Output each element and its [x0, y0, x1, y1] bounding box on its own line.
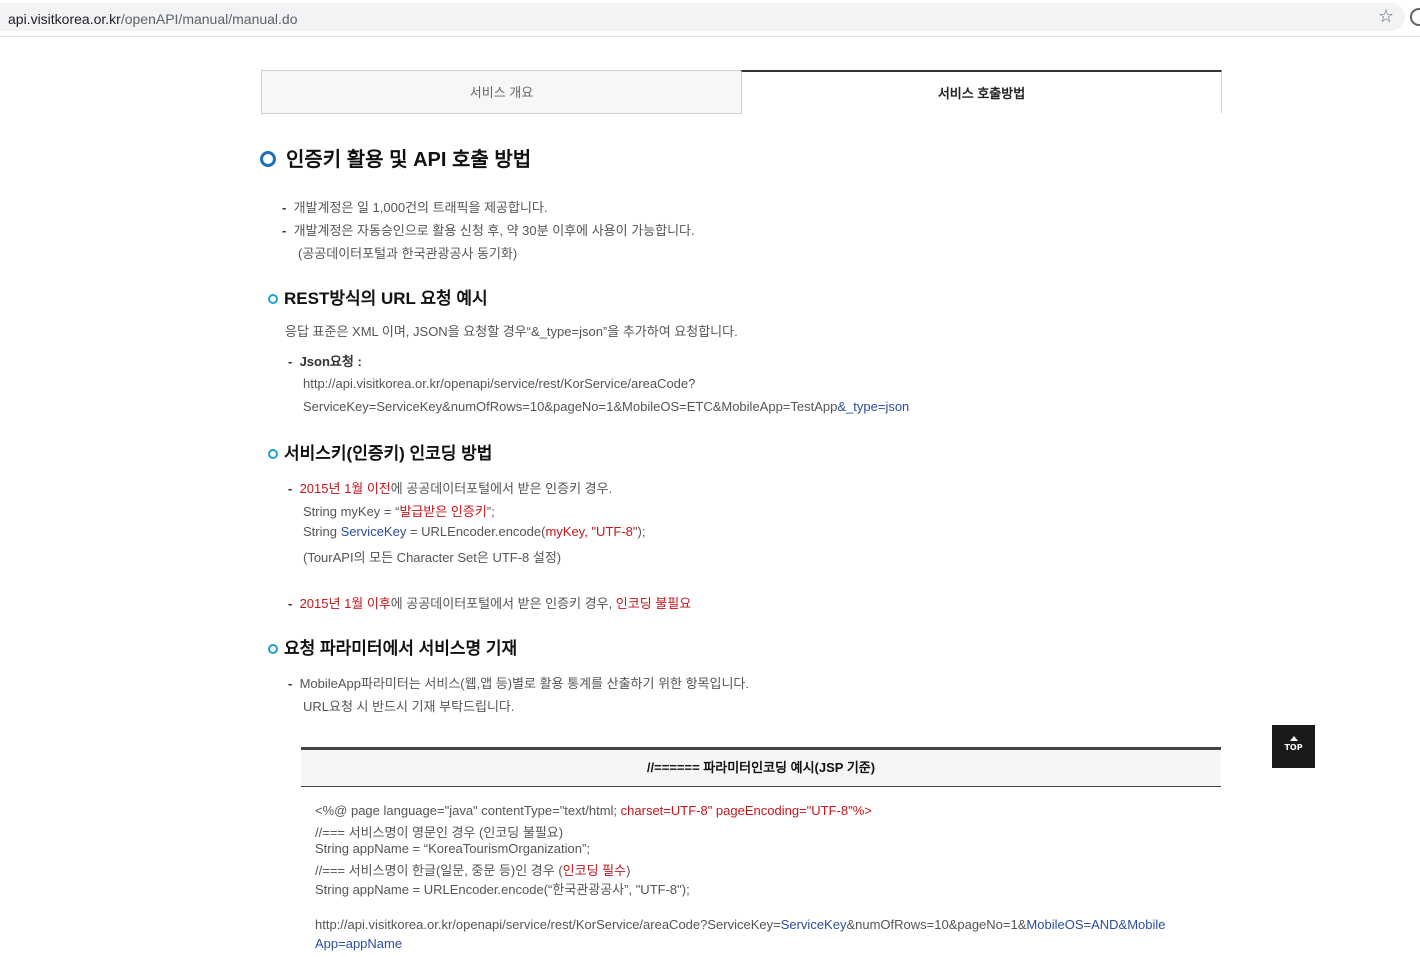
tab-service-call-method[interactable]: 서비스 호출방법 — [741, 70, 1222, 113]
code-text: ) — [626, 863, 631, 878]
rest-url-line-2: ServiceKey=ServiceKey&numOfRows=10&pageN… — [303, 399, 909, 414]
code-line-6: http://api.visitkorea.or.kr/openapi/serv… — [315, 917, 1166, 932]
intro-line-1-text: 개발계정은 일 1,000건의 트래픽을 제공합니다. — [293, 200, 548, 215]
ring-bullet-icon — [268, 293, 278, 304]
manual-tabs: 서비스 개요 서비스 호출방법 — [261, 70, 1222, 114]
page-heading: 인증키 활용 및 API 호출 방법 — [260, 143, 531, 172]
code-line-1: <%@ page language="java" contentType="te… — [315, 803, 872, 818]
profile-icon[interactable] — [1410, 8, 1420, 26]
url-field[interactable]: api.visitkorea.or.kr/openAPI/manual/manu… — [0, 3, 1405, 31]
intro-line-2: - 개발계정은 자동승인으로 활용 신청 후, 약 30분 이후에 사용이 가능… — [282, 220, 695, 239]
url-path: /openAPI/manual/manual.do — [120, 11, 298, 27]
encoding-bullet-2: - 2015년 1월 이후에 공공데이터포털에서 받은 인증키 경우, 인코딩 … — [288, 593, 691, 612]
encoding-code-line-1: String myKey = “발급받은 인증키”; — [303, 501, 495, 520]
code-highlight: App=appName — [315, 936, 403, 951]
rest-section-title: REST방식의 URL 요청 예시 — [268, 284, 488, 309]
code-text: String myKey = “ — [303, 504, 400, 519]
browser-address-bar: api.visitkorea.or.kr/openAPI/manual/manu… — [0, 0, 1420, 37]
tab-service-overview[interactable]: 서비스 개요 — [261, 70, 742, 114]
json-request-label: - Json요청 : — [288, 351, 362, 370]
dash-icon: - — [288, 596, 293, 611]
code-text: ”; — [486, 504, 495, 519]
rest-section-title-text: REST방식의 URL 요청 예시 — [284, 289, 488, 308]
code-text: &numOfRows=10&pageNo=1& — [846, 917, 1027, 932]
param-section-title-text: 요청 파라미터에서 서비스명 기재 — [284, 639, 518, 658]
dash-icon: - — [282, 200, 287, 215]
dash-icon: - — [288, 481, 293, 496]
code-highlight: charset=UTF-8" pageEncoding="UTF-8"%> — [620, 803, 872, 818]
dash-icon: - — [282, 223, 287, 238]
dash-icon: - — [288, 354, 293, 369]
param-line-1: - MobileApp파라미터는 서비스(웹,앱 등)별로 활용 통계를 산출하… — [288, 673, 749, 692]
page-heading-text: 인증키 활용 및 API 호출 방법 — [286, 149, 532, 171]
ring-bullet-icon — [260, 150, 276, 167]
url-text[interactable]: api.visitkorea.or.kr/openAPI/manual/manu… — [8, 11, 298, 27]
code-text: ); — [637, 524, 646, 539]
code-text: <%@ page language="java" contentType="te… — [315, 803, 621, 818]
encoding-code-line-3: (TourAPI의 모든 Character Set은 UTF-8 설정) — [303, 550, 562, 565]
intro-line-3: (공공데이터포털과 한국관광공사 동기화) — [298, 246, 518, 261]
encoding-before-date: 2015년 1월 이전 — [299, 481, 391, 496]
param-line-1-text: MobileApp파라미터는 서비스(웹,앱 등)별로 활용 통계를 산출하기 … — [299, 676, 750, 691]
encoding-section-title-text: 서비스키(인증키) 인코딩 방법 — [284, 444, 493, 463]
intro-line-1: - 개발계정은 일 1,000건의 트래픽을 제공합니다. — [282, 197, 548, 216]
code-text: = URLEncoder.encode( — [406, 524, 546, 539]
rest-url-params: ServiceKey=ServiceKey&numOfRows=10&pageN… — [303, 399, 838, 414]
code-text: //=== 서비스명이 한글(일문, 중문 등)인 경우 ( — [315, 863, 563, 878]
code-highlight: ServiceKey — [340, 524, 407, 539]
code-highlight: 인코딩 필수 — [562, 863, 627, 878]
code-highlight: ServiceKey — [780, 917, 847, 932]
param-section-title: 요청 파라미터에서 서비스명 기재 — [268, 634, 517, 659]
bookmark-star-icon[interactable]: ☆ — [1378, 6, 1394, 27]
code-line-5: String appName = URLEncoder.encode(“한국관광… — [315, 882, 690, 897]
code-text: String — [303, 524, 341, 539]
ring-bullet-icon — [268, 448, 278, 459]
rest-url-line-1: http://api.visitkorea.or.kr/openapi/serv… — [303, 376, 696, 391]
json-request-label-text: Json요청 : — [299, 354, 362, 369]
code-line-2: //=== 서비스명이 영문인 경우 (인코딩 불필요) — [315, 825, 564, 840]
code-line-4: //=== 서비스명이 한글(일문, 중문 등)인 경우 (인코딩 필수) — [315, 860, 630, 879]
ring-bullet-icon — [268, 643, 278, 654]
code-example-box: //====== 파라미터인코딩 예시(JSP 기준) <%@ page lan… — [301, 747, 1221, 957]
intro-line-2-text: 개발계정은 자동승인으로 활용 신청 후, 약 30분 이후에 사용이 가능합니… — [293, 223, 695, 238]
code-line-7: App=appName — [315, 936, 402, 951]
code-highlight: MobileOS=AND&Mobile — [1026, 917, 1166, 932]
encoding-section-title: 서비스키(인증키) 인코딩 방법 — [268, 439, 492, 464]
scroll-top-button[interactable]: TOP — [1272, 725, 1315, 768]
scroll-top-label: TOP — [1284, 743, 1303, 752]
dash-icon: - — [288, 676, 293, 691]
encoding-code-line-2: String ServiceKey = URLEncoder.encode(my… — [303, 524, 645, 539]
encoding-bullet-2-text: 에 공공데이터포털에서 받은 인증키 경우, — [390, 596, 616, 611]
param-line-2: URL요청 시 반드시 기재 부탁드립니다. — [303, 699, 515, 714]
encoding-bullet-1: - 2015년 1월 이전에 공공데이터포털에서 받은 인증키 경우. — [288, 478, 612, 497]
rest-desc: 응답 표준은 XML 이며, JSON을 요청할 경우“&_type=json”… — [285, 324, 738, 339]
code-highlight: 발급받은 인증키 — [399, 504, 487, 519]
code-example-header: //====== 파라미터인코딩 예시(JSP 기준) — [301, 747, 1221, 787]
code-line-3: String appName = “KoreaTourismOrganizati… — [315, 841, 590, 856]
encoding-after-date: 2015년 1월 이후 — [299, 596, 391, 611]
rest-url-type-param: &_type=json — [837, 399, 910, 414]
code-text: http://api.visitkorea.or.kr/openapi/serv… — [315, 917, 781, 932]
encoding-not-needed: 인코딩 불필요 — [615, 596, 692, 611]
arrow-up-icon — [1289, 736, 1298, 741]
url-host: api.visitkorea.or.kr — [8, 11, 121, 27]
code-highlight: myKey, "UTF-8" — [545, 524, 638, 539]
encoding-bullet-1-text: 에 공공데이터포털에서 받은 인증키 경우. — [390, 481, 613, 496]
